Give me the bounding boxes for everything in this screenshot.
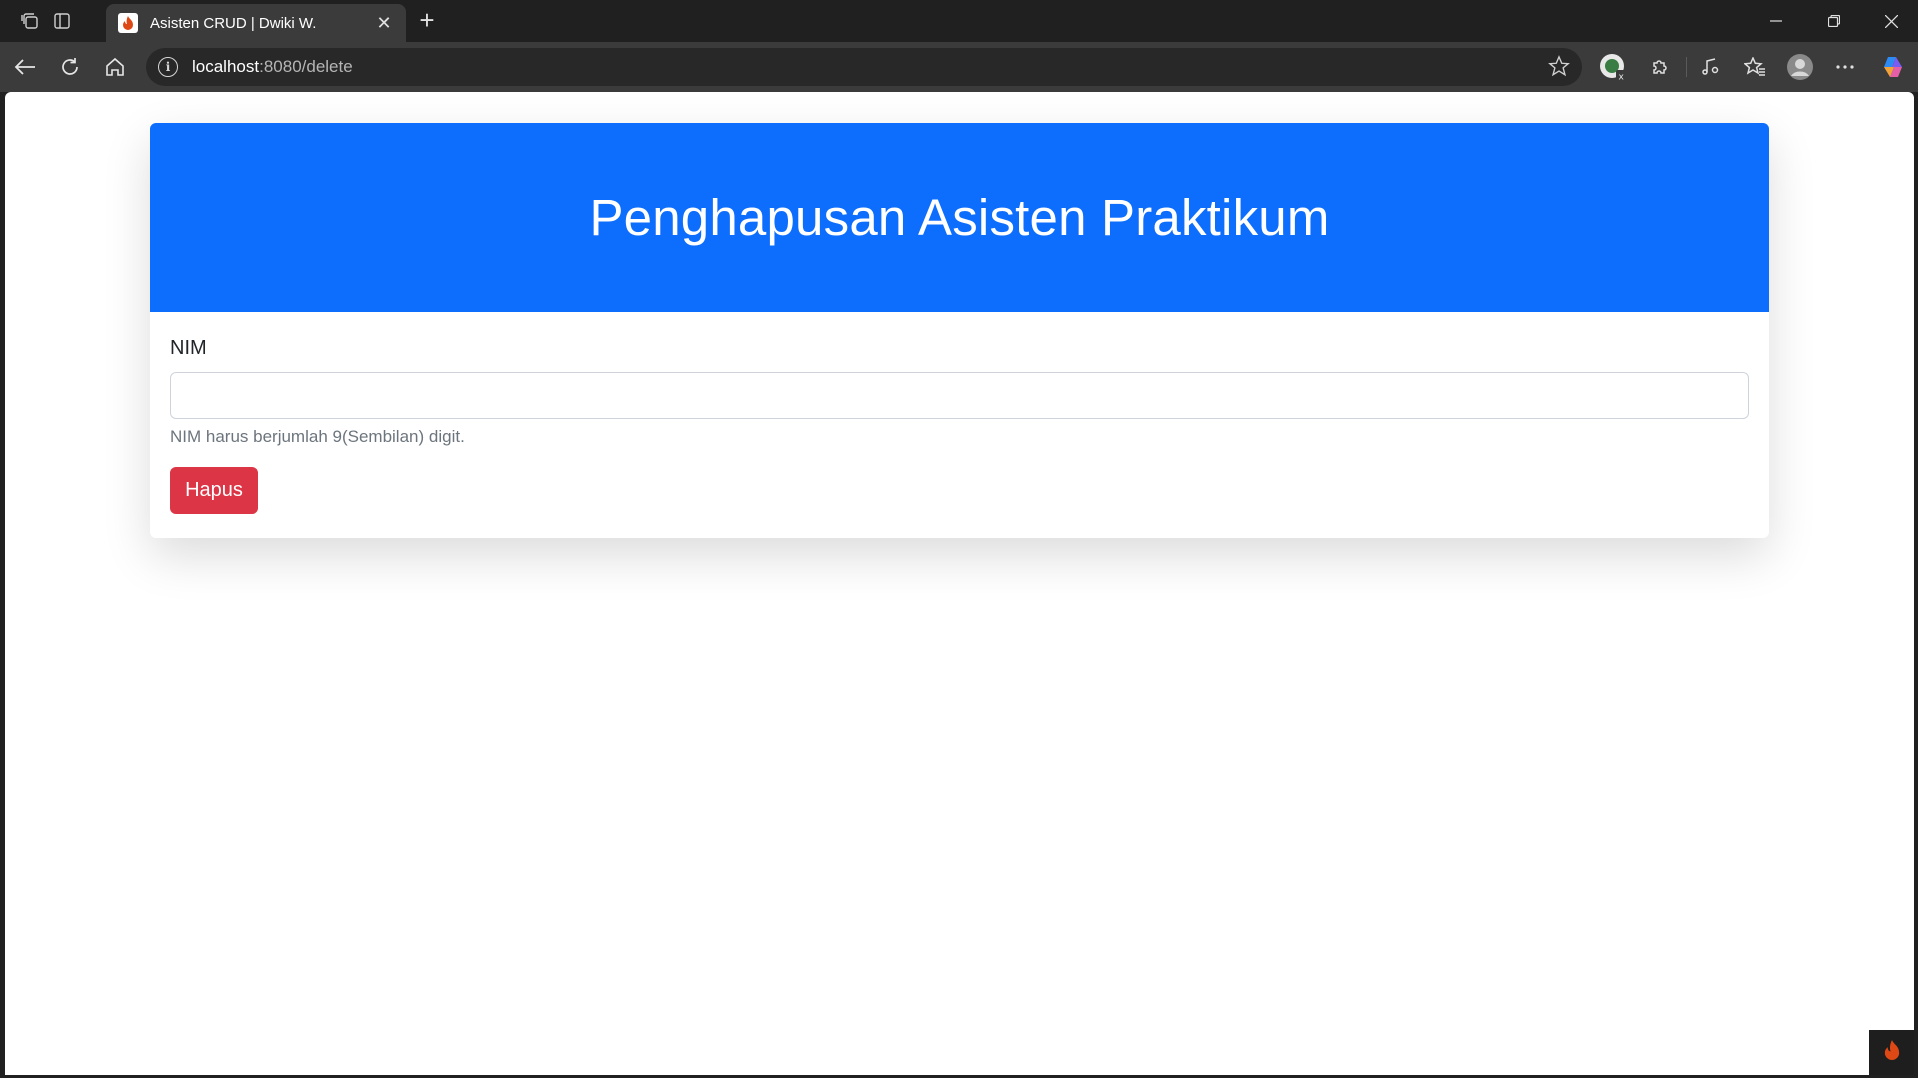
nim-label: NIM: [170, 337, 207, 359]
active-tab[interactable]: Asisten CRUD | Dwiki W. ✕: [106, 4, 406, 42]
new-tab-icon[interactable]: +: [414, 7, 440, 34]
user-avatar-icon[interactable]: [1785, 52, 1815, 82]
nim-input[interactable]: [170, 372, 1749, 419]
more-menu-icon[interactable]: [1830, 52, 1860, 82]
codeigniter-flame-icon: [1882, 1038, 1902, 1067]
extensions-puzzle-icon[interactable]: [1645, 52, 1675, 82]
close-window-icon[interactable]: [1871, 6, 1911, 36]
home-icon[interactable]: [100, 52, 130, 82]
restore-icon[interactable]: [1814, 6, 1854, 36]
minimize-icon[interactable]: [1756, 6, 1796, 36]
tab-strip: Asisten CRUD | Dwiki W. ✕ +: [0, 0, 1918, 42]
page-viewport: Penghapusan Asisten Praktikum NIM NIM ha…: [5, 92, 1914, 1075]
delete-form: NIM NIM harus berjumlah 9(Sembilan) digi…: [150, 337, 1769, 514]
page-title: Penghapusan Asisten Praktikum: [589, 189, 1330, 246]
media-control-icon[interactable]: [1696, 52, 1726, 82]
tab-title: Asisten CRUD | Dwiki W.: [150, 14, 317, 32]
card-header: Penghapusan Asisten Praktikum: [150, 123, 1769, 312]
debug-toolbar-toggle[interactable]: [1869, 1030, 1914, 1075]
codeigniter-flame-icon: [118, 13, 138, 33]
browser-toolbar: i localhost :8080/delete x: [0, 42, 1918, 92]
delete-button[interactable]: Hapus: [170, 467, 258, 514]
favorite-star-icon[interactable]: [1548, 55, 1570, 82]
favorites-icon[interactable]: [1740, 52, 1770, 82]
copilot-icon[interactable]: [1878, 52, 1908, 82]
delete-card: Penghapusan Asisten Praktikum NIM NIM ha…: [150, 123, 1769, 538]
profile-extension-icon[interactable]: x: [1598, 52, 1628, 82]
url-host: localhost: [192, 57, 260, 76]
reload-icon[interactable]: [55, 52, 85, 82]
back-arrow-icon[interactable]: [10, 52, 40, 82]
workspaces-icon[interactable]: [17, 8, 43, 34]
url-path: :8080/delete: [259, 57, 353, 76]
svg-text:x: x: [1619, 73, 1625, 83]
toolbar-separator: [1686, 57, 1687, 77]
browser-window: Asisten CRUD | Dwiki W. ✕ + i localhost …: [0, 0, 1918, 1078]
close-tab-icon[interactable]: ✕: [374, 13, 394, 34]
vertical-tabs-icon[interactable]: [49, 8, 75, 34]
site-info-icon[interactable]: i: [158, 57, 178, 77]
nim-help-text: NIM harus berjumlah 9(Sembilan) digit.: [170, 427, 465, 446]
address-bar[interactable]: i localhost :8080/delete: [146, 48, 1582, 86]
